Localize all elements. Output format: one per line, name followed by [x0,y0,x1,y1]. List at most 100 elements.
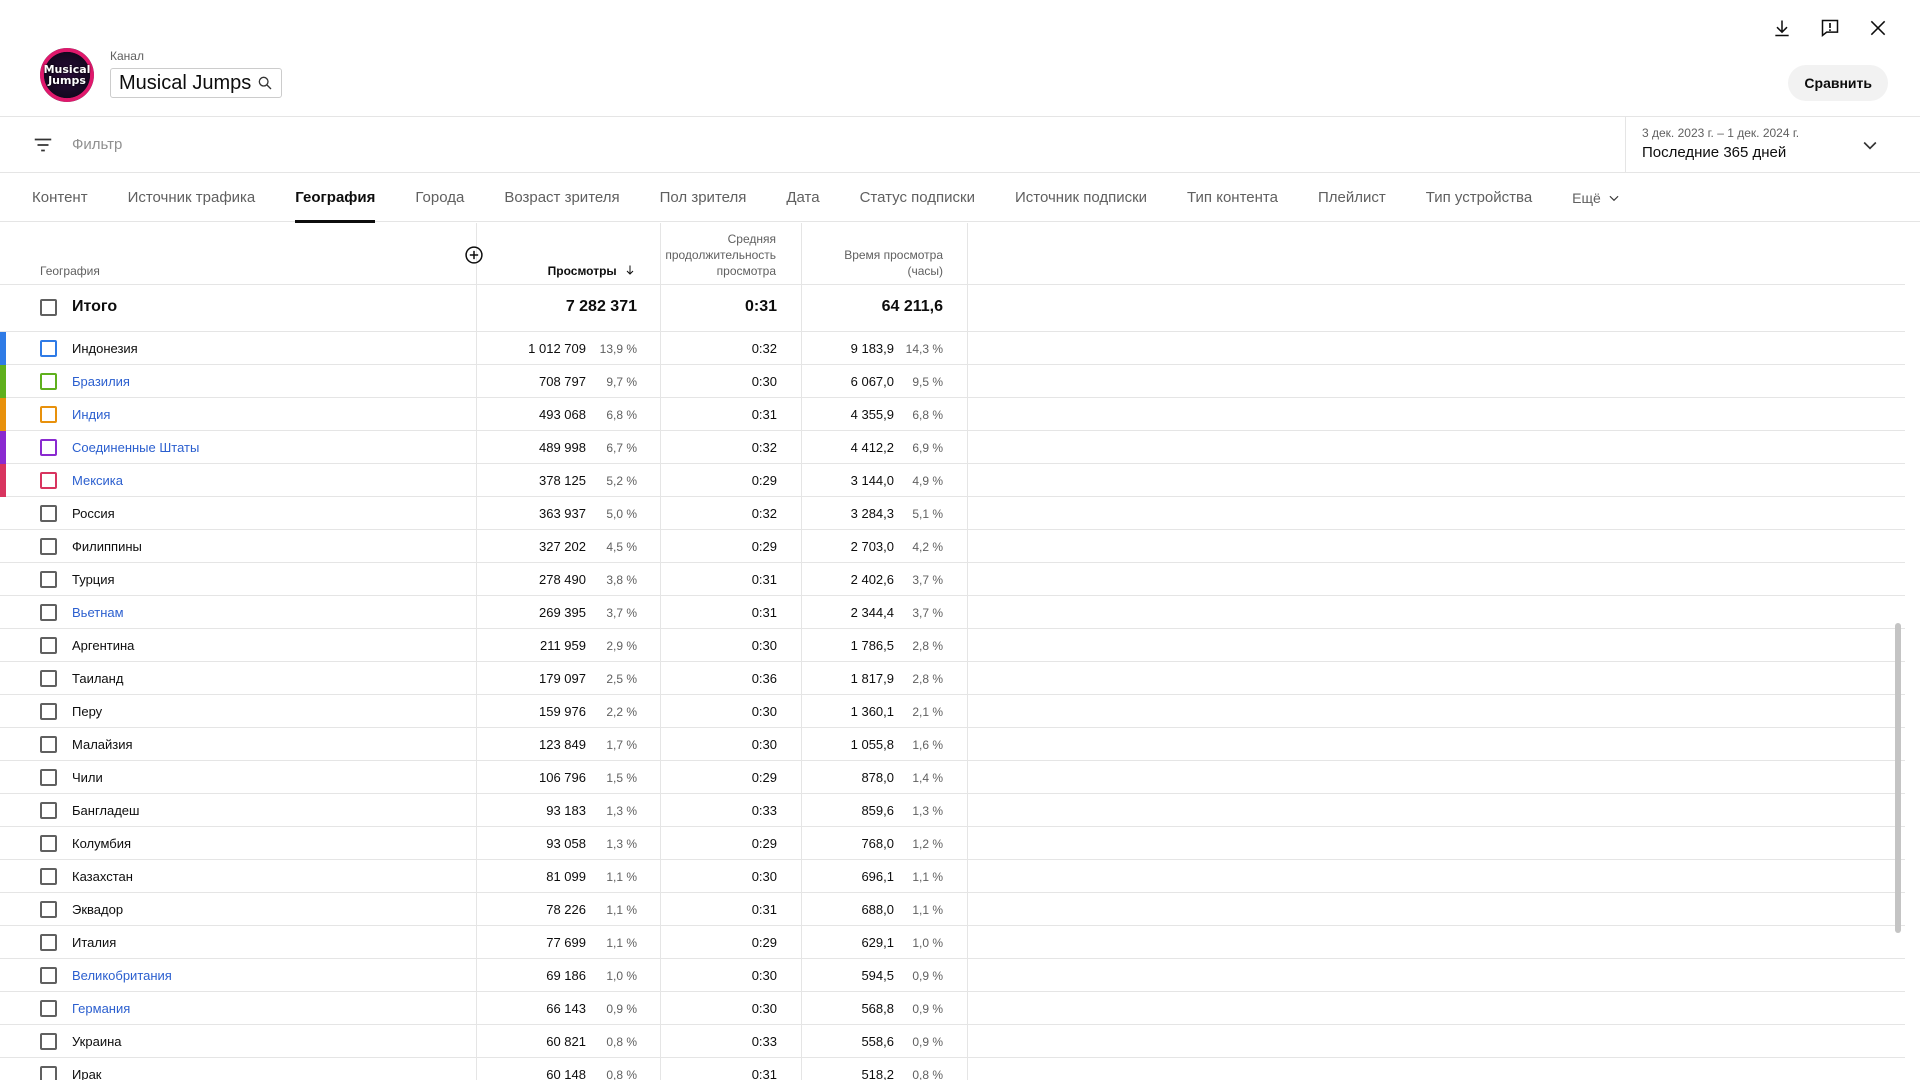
avg-duration-value: 0:30 [751,704,777,719]
country-name: Перу [72,704,103,719]
watch-time-value: 9 183,9 [850,341,894,356]
watch-time-percent: 6,8 % [912,408,943,422]
tab-6[interactable]: Дата [786,173,819,222]
views-percent: 4,5 % [606,540,637,554]
channel-name: Musical Jumps [119,71,252,94]
close-icon[interactable] [1866,16,1890,40]
country-name[interactable]: Германия [72,1001,130,1016]
views-percent: 1,1 % [606,903,637,917]
row-checkbox[interactable] [40,340,57,357]
row-checkbox[interactable] [40,373,57,390]
filter-icon[interactable] [32,134,54,156]
filter-input[interactable]: Фильтр [72,136,122,153]
views-percent: 2,5 % [606,672,637,686]
row-checkbox[interactable] [40,604,57,621]
row-checkbox[interactable] [40,703,57,720]
date-range-selector[interactable]: 3 дек. 2023 г. – 1 дек. 2024 г. Последни… [1625,117,1920,173]
tab-more[interactable]: Ещё [1572,173,1621,222]
row-checkbox[interactable] [40,670,57,687]
table-row: Россия 363 937 5,0 % 0:32 3 284,3 5,1 % [0,497,1905,530]
total-row: Итого 7 282 371 0:31 64 211,6 [0,285,1905,332]
row-checkbox[interactable] [40,406,57,423]
row-checkbox[interactable] [40,967,57,984]
views-value: 378 125 [539,473,586,488]
channel-selector[interactable]: Musical Jumps [110,68,283,98]
table-row: Германия 66 143 0,9 % 0:30 568,8 0,9 % [0,992,1905,1025]
watch-time-percent: 1,4 % [912,771,943,785]
row-checkbox[interactable] [40,868,57,885]
row-checkbox[interactable] [40,1066,57,1080]
watch-time-percent: 1,3 % [912,804,943,818]
tab-11[interactable]: Тип устройства [1426,173,1532,222]
tab-2[interactable]: География [295,173,376,223]
row-checkbox[interactable] [40,835,57,852]
column-header-watch-time[interactable]: Время просмотра (часы) [800,247,943,279]
watch-time-percent: 5,1 % [912,507,943,521]
feedback-icon[interactable] [1818,16,1842,40]
series-color-marker [0,431,6,464]
row-checkbox[interactable] [40,538,57,555]
row-checkbox[interactable] [40,637,57,654]
row-checkbox[interactable] [40,769,57,786]
table-row: Колумбия 93 058 1,3 % 0:29 768,0 1,2 % [0,827,1905,860]
row-checkbox[interactable] [40,1033,57,1050]
column-header-avg-duration[interactable]: Средняя продолжительность просмотра [640,231,776,279]
total-checkbox[interactable] [40,299,57,316]
tab-4[interactable]: Возраст зрителя [504,173,619,222]
total-label: Итого [72,298,118,315]
views-percent: 2,2 % [606,705,637,719]
avg-duration-value: 0:33 [751,1034,777,1049]
row-checkbox[interactable] [40,802,57,819]
row-checkbox[interactable] [40,472,57,489]
tab-5[interactable]: Пол зрителя [660,173,747,222]
views-percent: 2,9 % [606,639,637,653]
tab-more-label: Ещё [1572,189,1601,206]
country-name[interactable]: Мексика [72,473,123,488]
views-value: 106 796 [539,770,586,785]
country-name: Малайзия [72,737,133,752]
country-name[interactable]: Соединенные Штаты [72,440,199,455]
row-checkbox[interactable] [40,934,57,951]
table-row: Перу 159 976 2,2 % 0:30 1 360,1 2,1 % [0,695,1905,728]
row-checkbox[interactable] [40,1000,57,1017]
views-value: 708 797 [539,374,586,389]
compare-button[interactable]: Сравнить [1788,65,1888,101]
download-icon[interactable] [1770,16,1794,40]
views-percent: 1,0 % [606,969,637,983]
tab-10[interactable]: Плейлист [1318,173,1386,222]
views-percent: 0,8 % [606,1035,637,1049]
row-checkbox[interactable] [40,505,57,522]
filter-bar: Фильтр 3 дек. 2023 г. – 1 дек. 2024 г. П… [0,117,1920,173]
country-name[interactable]: Великобритания [72,968,172,983]
table-row: Украина 60 821 0,8 % 0:33 558,6 0,9 % [0,1025,1905,1058]
add-column-icon[interactable] [464,245,484,265]
tab-3[interactable]: Города [415,173,464,222]
country-name: Казахстан [72,869,133,884]
column-header-geography[interactable]: География [40,263,100,279]
country-name[interactable]: Вьетнам [72,605,124,620]
watch-time-percent: 14,3 % [905,342,943,356]
watch-time-value: 688,0 [861,902,894,917]
views-value: 66 143 [546,1001,586,1016]
row-checkbox[interactable] [40,571,57,588]
dimension-tabs: Контент Источник трафика География Города Во… [0,173,1920,223]
country-name[interactable]: Индия [72,407,110,422]
tab-1[interactable]: Источник трафика [128,173,256,222]
tab-7[interactable]: Статус подписки [860,173,975,222]
watch-time-percent: 0,8 % [912,1068,943,1080]
tab-9[interactable]: Тип контента [1187,173,1278,222]
row-checkbox[interactable] [40,439,57,456]
views-percent: 1,5 % [606,771,637,785]
tab-8[interactable]: Источник подписки [1015,173,1147,222]
country-name[interactable]: Бразилия [72,374,130,389]
column-header-views[interactable]: Просмотры [500,263,636,279]
table-row: Казахстан 81 099 1,1 % 0:30 696,1 1,1 % [0,860,1905,893]
views-percent: 1,7 % [606,738,637,752]
tab-0[interactable]: Контент [32,173,88,222]
table-scrollbar[interactable] [1895,623,1901,933]
views-value: 363 937 [539,506,586,521]
row-checkbox[interactable] [40,901,57,918]
column-header-avg-line3: просмотра [716,264,776,278]
series-color-marker [0,464,6,497]
row-checkbox[interactable] [40,736,57,753]
